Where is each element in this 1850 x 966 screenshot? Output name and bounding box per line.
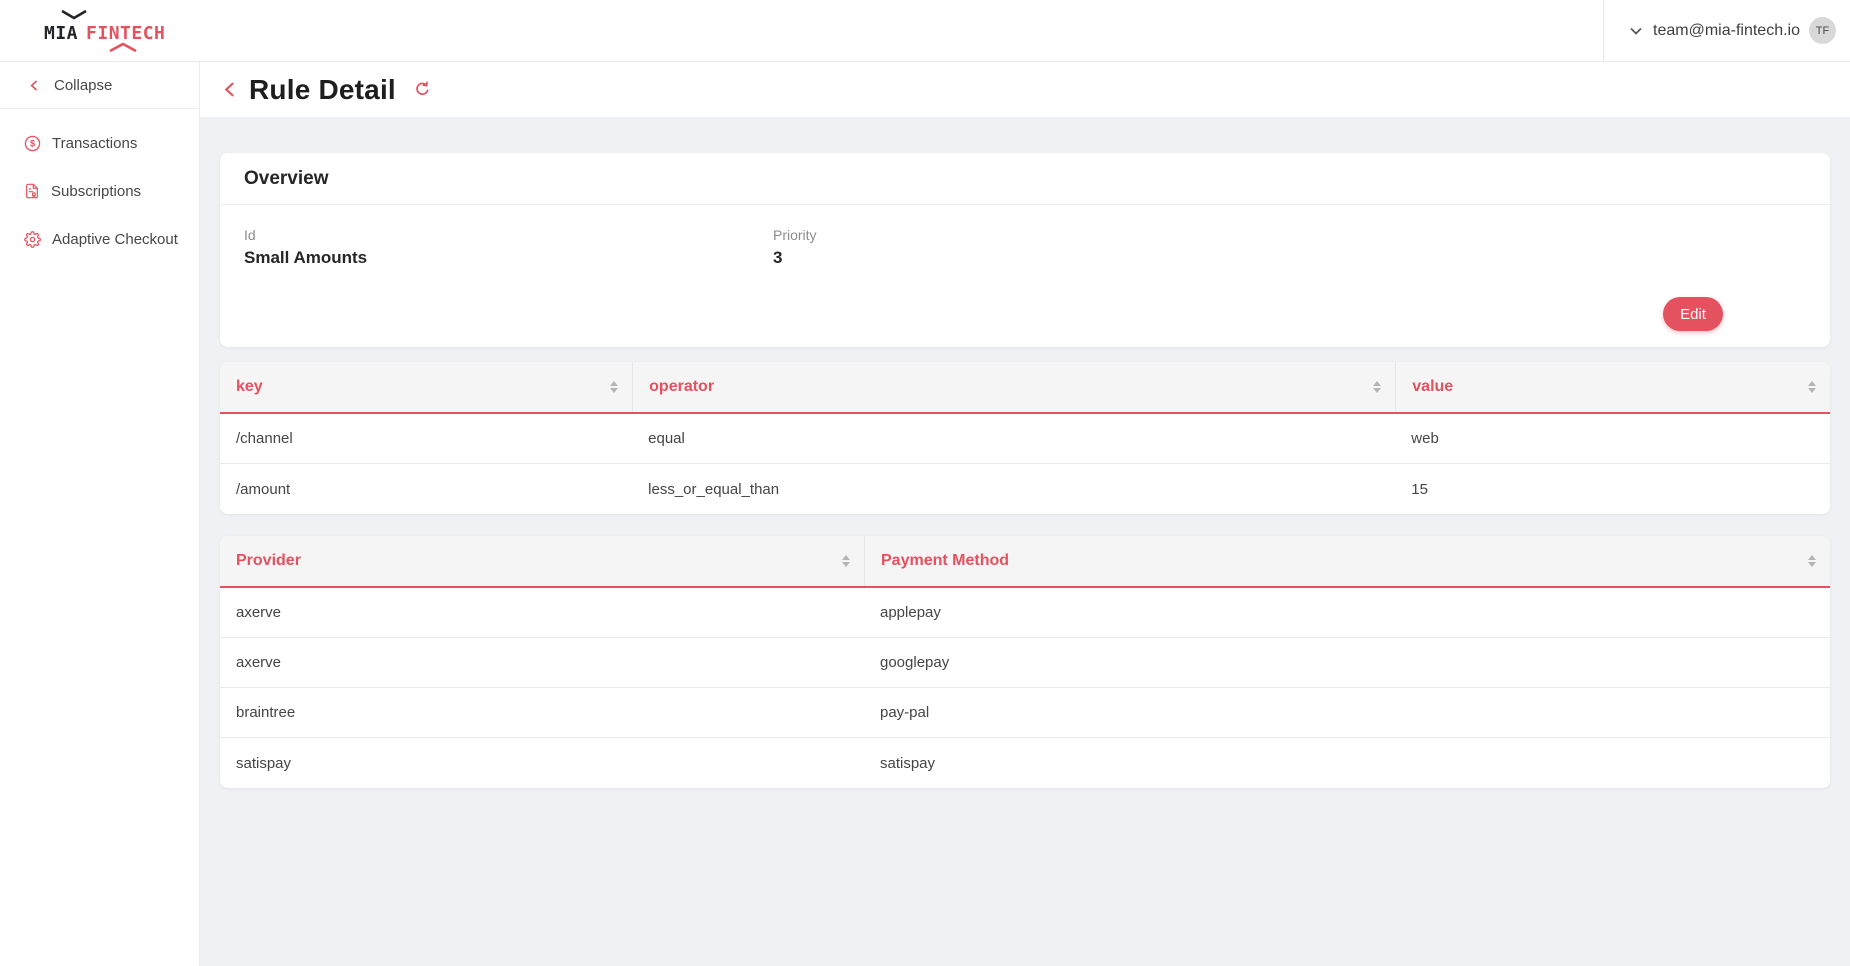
refresh-button[interactable]	[414, 81, 431, 98]
sidebar-item-label: Subscriptions	[51, 183, 141, 200]
chevron-left-icon	[28, 79, 41, 92]
table-row: satispay satispay	[220, 738, 1830, 788]
edit-button[interactable]: Edit	[1663, 297, 1723, 331]
logo-text-primary: MIA	[44, 23, 78, 44]
table-row: /channel equal web	[220, 414, 1830, 464]
logo-caret-up-icon	[108, 37, 138, 58]
field-label: Priority	[773, 227, 817, 243]
sidebar-item-subscriptions[interactable]: Subscriptions	[0, 167, 199, 215]
column-label: operator	[649, 378, 714, 396]
cell-payment-method: googlepay	[864, 654, 1830, 671]
field-priority: Priority 3	[773, 227, 817, 268]
column-label: Provider	[236, 552, 301, 570]
table-row: axerve googlepay	[220, 638, 1830, 688]
cell-value: web	[1395, 430, 1830, 447]
sidebar-menu: $ Transactions Subscriptions	[0, 109, 199, 263]
field-value: 3	[773, 248, 817, 268]
column-header-provider[interactable]: Provider	[220, 536, 864, 586]
column-label: key	[236, 378, 263, 396]
field-label: Id	[244, 227, 773, 243]
conditions-table: key operator value /channel equal	[220, 362, 1830, 514]
sort-icon	[1808, 381, 1816, 393]
cell-operator: equal	[632, 430, 1395, 447]
cell-provider: braintree	[220, 704, 864, 721]
column-header-operator[interactable]: operator	[632, 362, 1395, 412]
subscriptions-document-icon	[24, 183, 40, 199]
content-area: Overview Id Small Amounts Priority 3 Edi…	[200, 117, 1850, 966]
sort-icon	[610, 381, 618, 393]
sort-icon	[1808, 555, 1816, 567]
overview-title: Overview	[220, 153, 1830, 204]
topbar: MIA FINTECH team@mia-fintech.io TF	[0, 0, 1850, 62]
cell-key: /amount	[220, 481, 632, 498]
account-email: team@mia-fintech.io	[1653, 22, 1800, 40]
table-row: braintree pay-pal	[220, 688, 1830, 738]
sidebar-item-adaptive-checkout[interactable]: Adaptive Checkout	[0, 215, 199, 263]
cell-operator: less_or_equal_than	[632, 481, 1395, 498]
account-menu[interactable]: team@mia-fintech.io TF	[1603, 0, 1850, 61]
cell-payment-method: pay-pal	[864, 704, 1830, 721]
sidebar-item-label: Transactions	[52, 135, 137, 152]
page-header: Rule Detail	[200, 62, 1850, 117]
cell-provider: axerve	[220, 654, 864, 671]
cell-payment-method: applepay	[864, 604, 1830, 621]
column-label: Payment Method	[881, 552, 1009, 570]
gear-icon	[24, 231, 41, 248]
cell-value: 15	[1395, 481, 1830, 498]
conditions-table-header: key operator value	[220, 362, 1830, 414]
svg-text:$: $	[30, 138, 35, 148]
providers-table-header: Provider Payment Method	[220, 536, 1830, 588]
chevron-down-icon	[1628, 23, 1644, 39]
providers-table: Provider Payment Method axerve applepay …	[220, 536, 1830, 788]
table-row: axerve applepay	[220, 588, 1830, 638]
column-header-value[interactable]: value	[1395, 362, 1830, 412]
column-label: value	[1412, 378, 1453, 396]
column-header-key[interactable]: key	[220, 362, 632, 412]
cell-key: /channel	[220, 430, 632, 447]
overview-fields: Id Small Amounts Priority 3	[220, 205, 1830, 268]
mia-fintech-logo: MIA FINTECH	[44, 17, 165, 44]
avatar: TF	[1809, 17, 1836, 44]
table-row: /amount less_or_equal_than 15	[220, 464, 1830, 514]
dollar-circle-icon: $	[24, 135, 41, 152]
field-id: Id Small Amounts	[244, 227, 773, 268]
page-title: Rule Detail	[249, 74, 396, 106]
sidebar-collapse-button[interactable]: Collapse	[0, 62, 199, 109]
sidebar: Collapse $ Transactions	[0, 62, 200, 966]
overview-card: Overview Id Small Amounts Priority 3 Edi…	[220, 153, 1830, 347]
collapse-label: Collapse	[54, 77, 112, 94]
field-value: Small Amounts	[244, 248, 773, 268]
logo-chevron-down-icon	[60, 4, 88, 25]
sidebar-item-transactions[interactable]: $ Transactions	[0, 119, 199, 167]
sidebar-item-label: Adaptive Checkout	[52, 231, 178, 248]
column-header-payment-method[interactable]: Payment Method	[864, 536, 1830, 586]
sort-icon	[842, 555, 850, 567]
cell-provider: axerve	[220, 604, 864, 621]
sort-icon	[1373, 381, 1381, 393]
cell-provider: satispay	[220, 755, 864, 772]
cell-payment-method: satispay	[864, 755, 1830, 772]
back-button[interactable]	[222, 81, 239, 98]
